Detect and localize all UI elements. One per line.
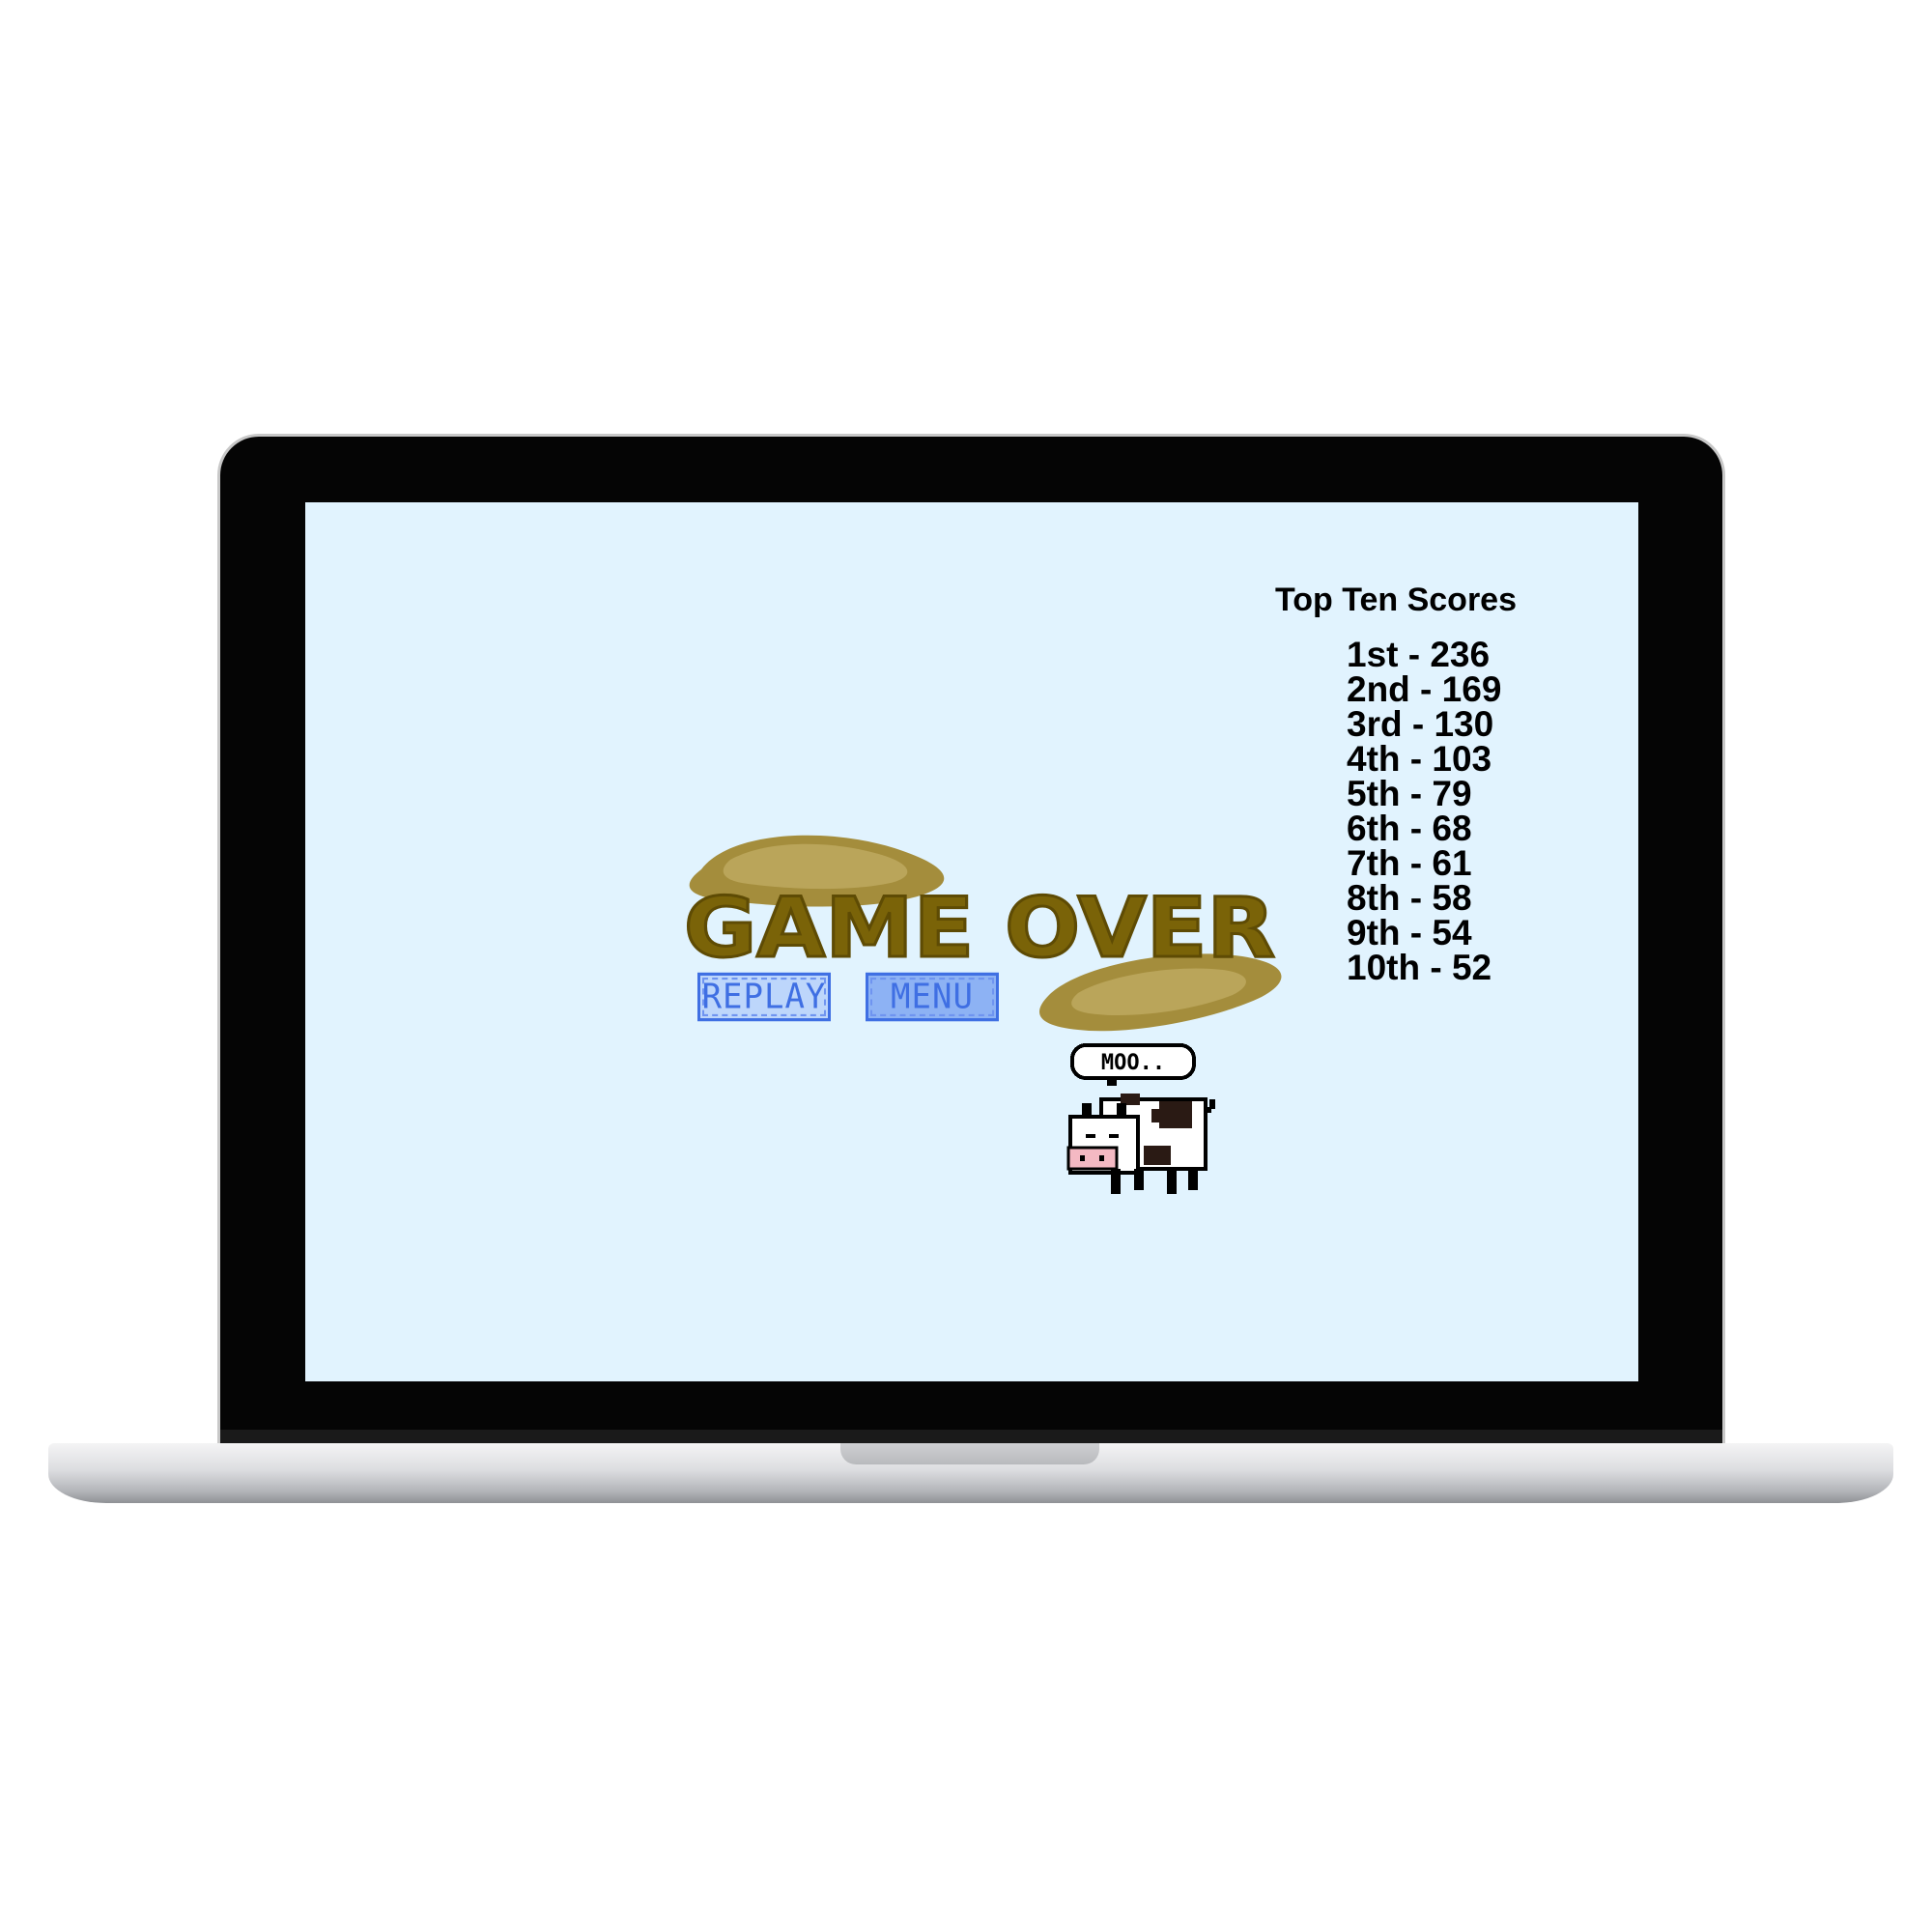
cow-sprite: MOO.. (1063, 1039, 1227, 1211)
cow-speech-bubble: MOO.. (1101, 1051, 1165, 1075)
score-entry: 10th - 52 (1347, 948, 1492, 987)
laptop-base (48, 1443, 1893, 1503)
score-entry: 9th - 54 (1347, 913, 1472, 952)
cow-art: MOO.. (1066, 1043, 1215, 1194)
scoreboard-list: 1st - 236 2nd - 169 3rd - 130 4th - 103 … (1347, 635, 1502, 987)
game-over-title: GAME OVER (684, 880, 1275, 977)
replay-button[interactable]: REPLAY (697, 972, 831, 1022)
score-entry: 5th - 79 (1347, 774, 1472, 813)
score-entry: 3rd - 130 (1347, 704, 1494, 744)
score-entry: 4th - 103 (1347, 739, 1492, 779)
score-entry: 8th - 58 (1347, 878, 1472, 918)
menu-button[interactable]: MENU (866, 972, 999, 1022)
score-entry: 1st - 236 (1347, 635, 1491, 674)
score-entry: 7th - 61 (1347, 843, 1472, 883)
score-entry: 2nd - 169 (1347, 669, 1502, 709)
scoreboard-title: Top Ten Scores (1275, 582, 1518, 618)
game-screen: Top Ten Scores 1st - 236 2nd - 169 3rd -… (305, 502, 1638, 1381)
score-entry: 6th - 68 (1347, 809, 1472, 848)
device-mockup: Top Ten Scores 1st - 236 2nd - 169 3rd -… (0, 0, 1932, 1932)
laptop-opening-notch (840, 1443, 1099, 1464)
